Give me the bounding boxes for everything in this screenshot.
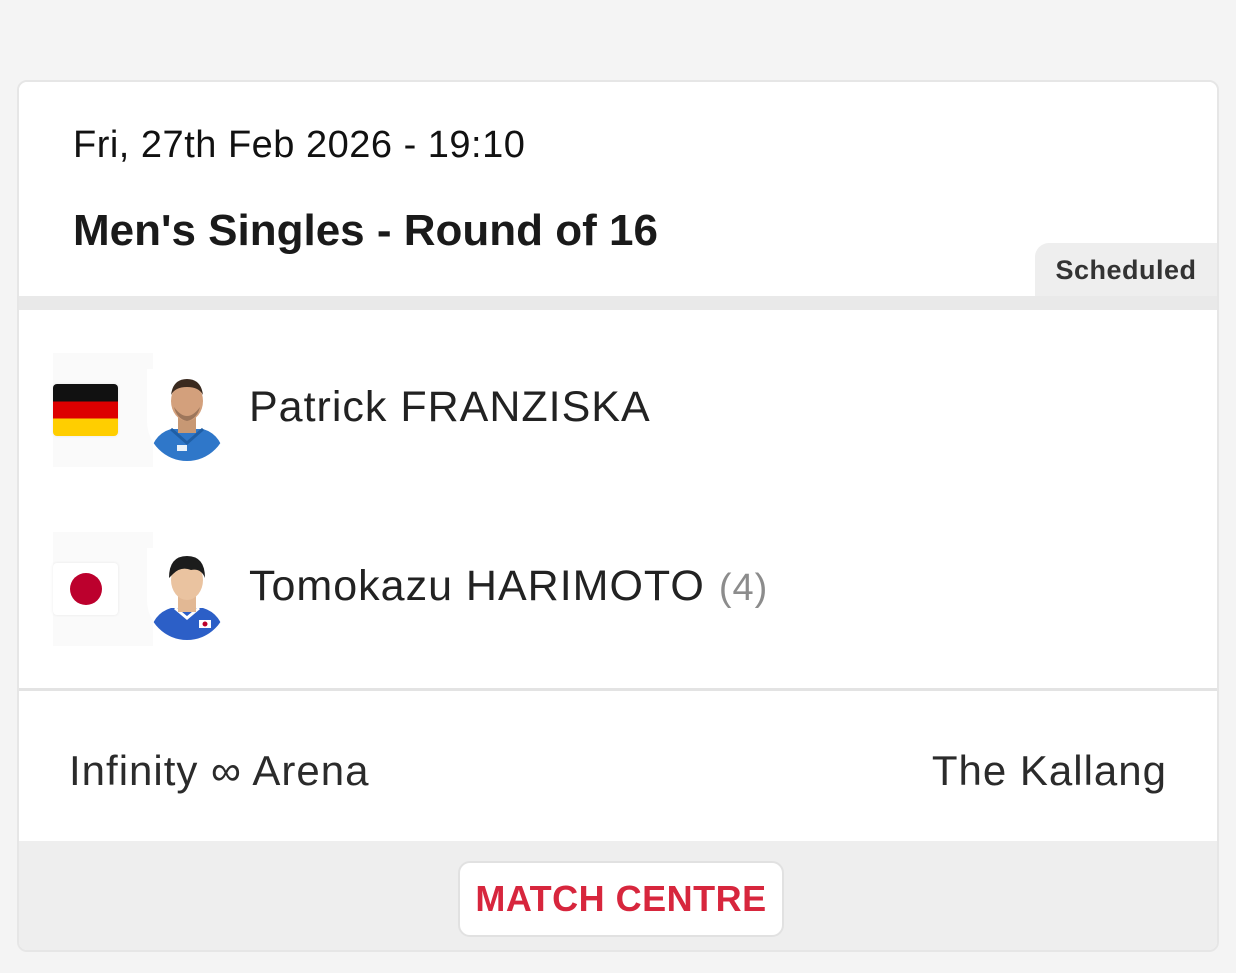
event-title: Men's Singles - Round of 16 bbox=[73, 206, 658, 255]
player-name-text: Patrick FRANZISKA bbox=[249, 383, 651, 431]
japan-flag-disc bbox=[69, 573, 102, 605]
match-datetime: Fri, 27th Feb 2026 - 19:10 bbox=[73, 124, 526, 166]
player-photo-harimoto bbox=[147, 548, 227, 640]
status-badge: Scheduled bbox=[1035, 243, 1217, 297]
player-name: Patrick FRANZISKA bbox=[249, 383, 651, 432]
match-card: Fri, 27th Feb 2026 - 19:10 Men's Singles… bbox=[17, 80, 1219, 952]
player-avatar bbox=[147, 369, 227, 461]
player-seed: (4) bbox=[718, 567, 769, 609]
players-list: Patrick FRANZISKA Tomokazu HARIMOTO (4) bbox=[19, 310, 1217, 688]
player-photo-franziska bbox=[147, 369, 227, 461]
japan-flag-icon bbox=[53, 563, 118, 615]
player-row[interactable]: Tomokazu HARIMOTO (4) bbox=[53, 532, 1153, 646]
player-name-text: Tomokazu HARIMOTO bbox=[249, 562, 705, 610]
player-name: Tomokazu HARIMOTO (4) bbox=[249, 562, 768, 611]
header-divider bbox=[19, 296, 1217, 310]
card-footer: MATCH CENTRE bbox=[19, 841, 1217, 950]
match-header: Fri, 27th Feb 2026 - 19:10 Men's Singles… bbox=[19, 82, 1217, 297]
player-avatar bbox=[147, 548, 227, 640]
flag-container bbox=[53, 532, 153, 646]
venue-row: Infinity ∞ Arena The Kallang bbox=[19, 691, 1217, 841]
match-centre-button[interactable]: MATCH CENTRE bbox=[458, 861, 784, 937]
germany-flag-icon bbox=[53, 384, 118, 436]
flag-container bbox=[53, 353, 153, 467]
player-row[interactable]: Patrick FRANZISKA bbox=[53, 353, 1153, 467]
venue-location: The Kallang bbox=[931, 747, 1167, 794]
venue-hall: Infinity ∞ Arena bbox=[69, 747, 370, 794]
